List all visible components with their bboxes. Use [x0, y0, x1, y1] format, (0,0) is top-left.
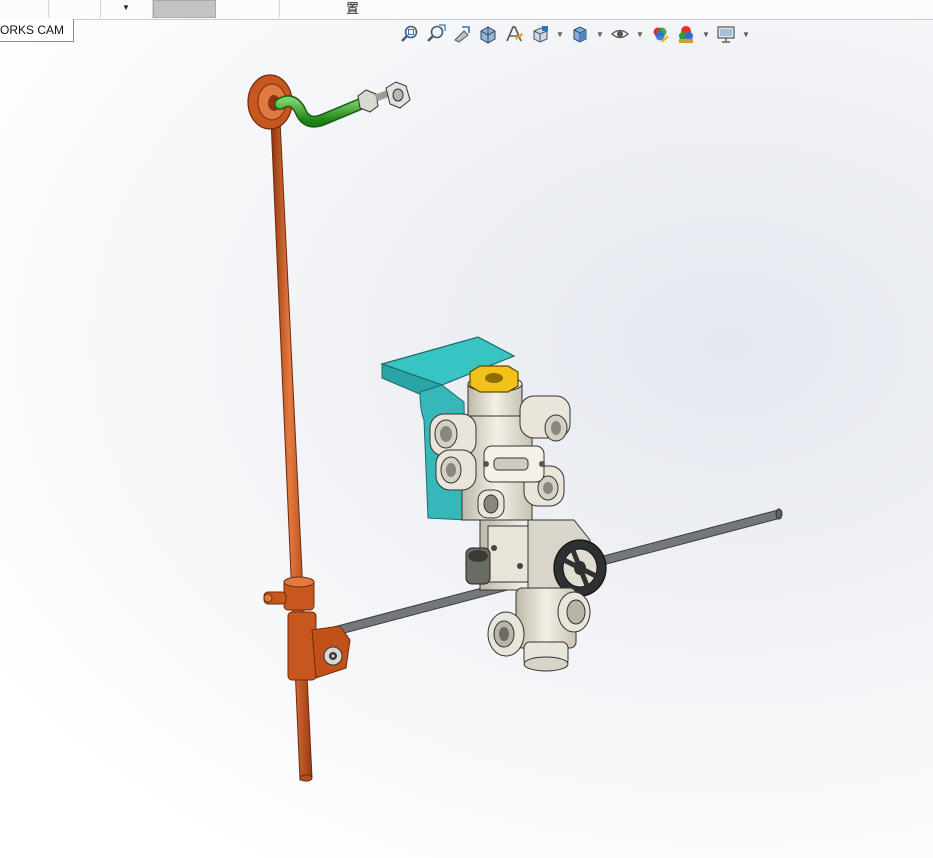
bottom-fitting[interactable]: [487, 587, 591, 672]
green-pipe[interactable]: [274, 81, 411, 128]
yellow-hex-nut[interactable]: [469, 365, 519, 393]
lever-block[interactable]: [287, 611, 351, 681]
pipe-clamp[interactable]: [263, 576, 315, 611]
graphics-area-model[interactable]: [0, 0, 933, 858]
copper-pipe[interactable]: [270, 119, 313, 782]
